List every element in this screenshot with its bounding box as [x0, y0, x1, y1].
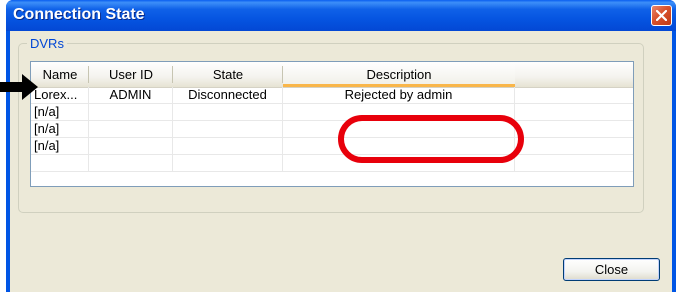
- table-row[interactable]: [n/a]: [31, 104, 633, 121]
- window-title: Connection State: [13, 6, 145, 23]
- cell-user-id: ADMIN: [89, 87, 173, 103]
- table-row[interactable]: Lorex... ADMIN Disconnected Rejected by …: [31, 87, 633, 104]
- table-row[interactable]: [31, 155, 633, 172]
- cell-extra: [515, 121, 633, 137]
- title-close-button[interactable]: [651, 5, 672, 26]
- cell-state: [173, 121, 283, 137]
- cell-user-id: [89, 138, 173, 154]
- cell-user-id: [89, 121, 173, 137]
- cell-description: Rejected by admin: [283, 87, 515, 103]
- cell-state: [173, 138, 283, 154]
- cell-extra: [515, 155, 633, 171]
- column-header-description[interactable]: Description: [283, 62, 515, 87]
- column-header-empty[interactable]: [515, 62, 633, 87]
- cell-state: [173, 155, 283, 171]
- annotation-highlight-circle: [338, 115, 524, 163]
- cell-name: [n/a]: [31, 138, 89, 154]
- dvr-list[interactable]: Name User ID State Description Lorex... …: [30, 61, 634, 187]
- dvrs-group-label: DVRs: [27, 36, 67, 51]
- cell-state: Disconnected: [173, 87, 283, 103]
- cell-user-id: [89, 104, 173, 120]
- cell-user-id: [89, 155, 173, 171]
- annotation-arrow-icon: [0, 74, 38, 100]
- cell-name: [n/a]: [31, 104, 89, 120]
- cell-state: [173, 104, 283, 120]
- close-button[interactable]: Close: [563, 258, 660, 281]
- column-header-user-id[interactable]: User ID: [89, 62, 173, 87]
- cell-extra: [515, 87, 633, 103]
- list-rows: Lorex... ADMIN Disconnected Rejected by …: [31, 87, 633, 172]
- title-bar[interactable]: Connection State: [6, 0, 676, 31]
- column-header-state[interactable]: State: [173, 62, 283, 87]
- close-icon: [656, 10, 667, 21]
- list-header: Name User ID State Description: [31, 62, 633, 88]
- cell-extra: [515, 138, 633, 154]
- table-row[interactable]: [n/a]: [31, 121, 633, 138]
- cell-extra: [515, 104, 633, 120]
- cell-name: [31, 155, 89, 171]
- table-row[interactable]: [n/a]: [31, 138, 633, 155]
- cell-name: [n/a]: [31, 121, 89, 137]
